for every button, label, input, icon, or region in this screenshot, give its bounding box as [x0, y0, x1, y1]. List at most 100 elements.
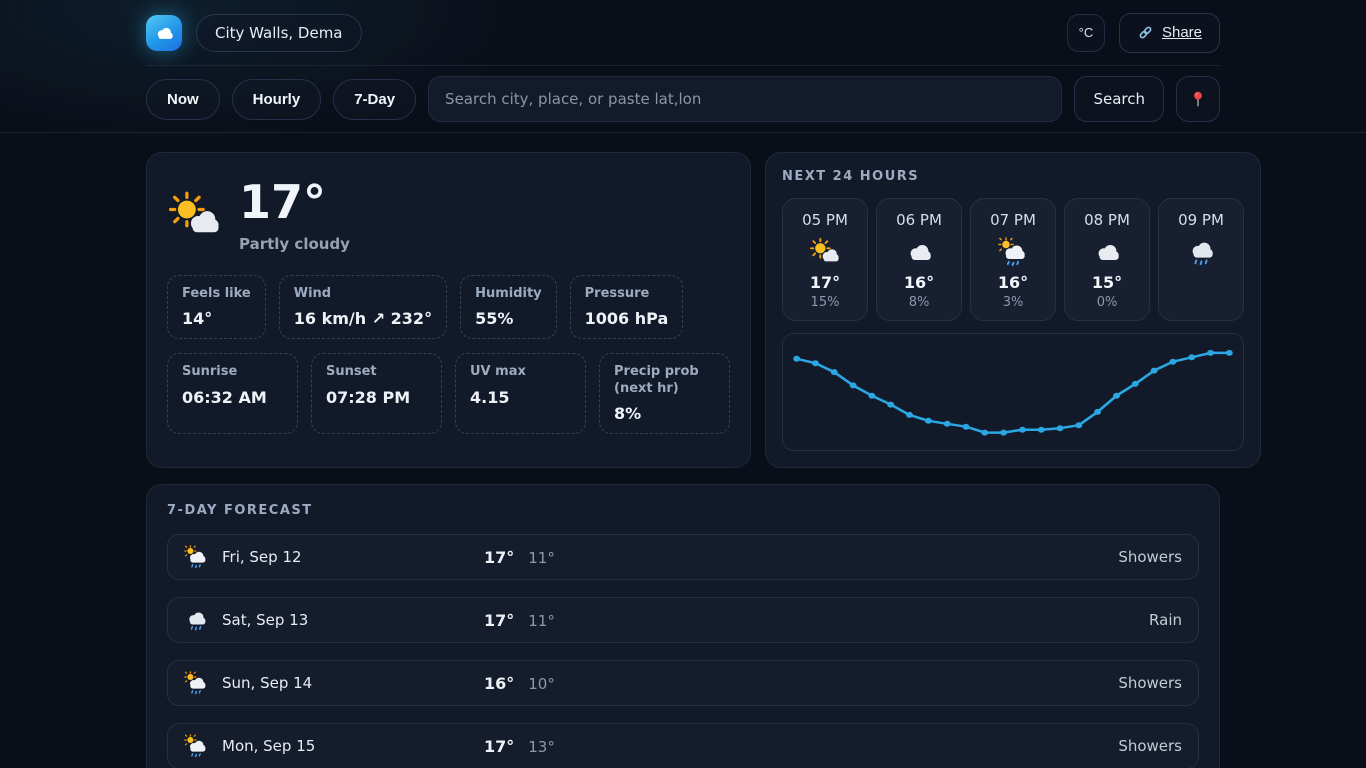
- hour-temp: 17°: [783, 273, 867, 292]
- next-24-hours-title: NEXT 24 HOURS: [782, 169, 1244, 184]
- top-bar: City Walls, Dema °C Share: [146, 0, 1220, 66]
- hour-time: 09 PM: [1159, 211, 1243, 229]
- hour-temp: 16°: [877, 273, 961, 292]
- stat-label: Sunrise: [182, 364, 283, 380]
- day-label: Sat, Sep 13: [222, 611, 472, 629]
- stat-value: 06:32 AM: [182, 388, 283, 407]
- forecast-row-sat[interactable]: Sat, Sep 13 17° 11° Rain: [167, 597, 1199, 643]
- share-button[interactable]: Share: [1119, 13, 1220, 53]
- hour-time: 05 PM: [783, 211, 867, 229]
- hour-weather-icon: [810, 237, 840, 267]
- current-temperature: 17°: [239, 179, 350, 225]
- main-content: 17° Partly cloudy Feels like 14° Wind 16…: [133, 152, 1233, 768]
- cloud-logo-icon: [153, 22, 175, 44]
- stat-value: 4.15: [470, 388, 571, 407]
- search-button[interactable]: Search: [1074, 76, 1164, 122]
- day-low-temp: 13°: [528, 738, 555, 756]
- stat-label: Precip prob (next hr): [614, 364, 715, 397]
- hour-precip: 15%: [783, 295, 867, 310]
- day-condition: Showers: [1118, 737, 1182, 755]
- stat-label: Sunset: [326, 364, 427, 380]
- hour-card: 06 PM 16° 8%: [876, 198, 962, 321]
- app-logo: [146, 15, 182, 51]
- share-label: Share: [1162, 24, 1202, 41]
- forecast-row-sun[interactable]: Sun, Sep 14 16° 10° Showers: [167, 660, 1199, 706]
- forecast-row-fri[interactable]: Fri, Sep 12 17° 11° Showers: [167, 534, 1199, 580]
- stat-tile-sunrise: Sunrise 06:32 AM: [167, 353, 298, 434]
- current-conditions-card: 17° Partly cloudy Feels like 14° Wind 16…: [146, 152, 751, 468]
- day-weather-icon: [184, 734, 208, 758]
- day-weather-icon: [184, 608, 208, 632]
- hour-weather-icon: [1186, 237, 1216, 267]
- next-24-hours-panel: NEXT 24 HOURS 05 PM 17° 15% 06 PM 16° 8%…: [765, 152, 1261, 468]
- stat-value: 16 km/h ↗ 232°: [294, 309, 432, 328]
- day-weather-icon: [184, 671, 208, 695]
- hour-precip: 3%: [971, 295, 1055, 310]
- hour-time: 07 PM: [971, 211, 1055, 229]
- stat-tile-feels-like: Feels like 14°: [167, 275, 266, 339]
- hour-time: 06 PM: [877, 211, 961, 229]
- day-label: Sun, Sep 14: [222, 674, 472, 692]
- day-temps: 16° 10°: [484, 674, 555, 693]
- stat-label: Humidity: [475, 286, 542, 302]
- day-high-temp: 17°: [484, 548, 514, 567]
- stat-value: 1006 hPa: [585, 309, 669, 328]
- tab-hourly[interactable]: Hourly: [232, 79, 322, 120]
- hour-weather-icon: [904, 237, 934, 267]
- day-label: Fri, Sep 12: [222, 548, 472, 566]
- round-pushpin-icon: [1189, 90, 1207, 108]
- hourly-scroll-row[interactable]: 05 PM 17° 15% 06 PM 16° 8% 07 PM 16° 3%: [782, 198, 1244, 321]
- stat-label: Wind: [294, 286, 432, 302]
- day-high-temp: 17°: [484, 611, 514, 630]
- stat-value: 07:28 PM: [326, 388, 427, 407]
- stat-label: Feels like: [182, 286, 251, 302]
- current-weather-icon: [169, 190, 221, 242]
- day-low-temp: 10°: [528, 675, 555, 693]
- stat-tile-uv-max: UV max 4.15: [455, 353, 586, 434]
- hour-card: 05 PM 17° 15%: [782, 198, 868, 321]
- day-low-temp: 11°: [528, 612, 555, 630]
- stat-value: 14°: [182, 309, 251, 328]
- stat-tile-humidity: Humidity 55%: [460, 275, 557, 339]
- search-input[interactable]: [428, 76, 1062, 122]
- day-condition: Rain: [1149, 611, 1182, 629]
- day-condition: Showers: [1118, 548, 1182, 566]
- day-label: Mon, Sep 15: [222, 737, 472, 755]
- unit-toggle-button[interactable]: °C: [1067, 14, 1105, 52]
- current-hero: 17° Partly cloudy: [169, 179, 730, 253]
- forecast-row-mon[interactable]: Mon, Sep 15 17° 13° Showers: [167, 723, 1199, 768]
- hour-temp: 16°: [971, 273, 1055, 292]
- day-weather-icon: [184, 545, 208, 569]
- current-stats-row-1: Feels like 14° Wind 16 km/h ↗ 232° Humid…: [167, 275, 730, 339]
- stat-tile-precip-prob: Precip prob (next hr) 8%: [599, 353, 730, 434]
- day-temps: 17° 13°: [484, 737, 555, 756]
- day-condition: Showers: [1118, 674, 1182, 692]
- stat-label: UV max: [470, 364, 571, 380]
- location-chip[interactable]: City Walls, Dema: [196, 14, 362, 52]
- day-temps: 17° 11°: [484, 548, 555, 567]
- seven-day-forecast-title: 7-DAY FORECAST: [167, 503, 1199, 518]
- hour-card: 08 PM 15° 0%: [1064, 198, 1150, 321]
- day-low-temp: 11°: [528, 549, 555, 567]
- day-high-temp: 17°: [484, 737, 514, 756]
- locate-me-button[interactable]: [1176, 76, 1220, 122]
- nav-bar: Now Hourly 7-Day Search: [146, 66, 1220, 132]
- current-stats-row-2: Sunrise 06:32 AM Sunset 07:28 PM UV max …: [167, 353, 730, 434]
- tab-7day[interactable]: 7-Day: [333, 79, 416, 120]
- hour-card-partial: 09 PM: [1158, 198, 1244, 321]
- stat-tile-wind: Wind 16 km/h ↗ 232°: [279, 275, 447, 339]
- tab-now[interactable]: Now: [146, 79, 220, 120]
- stat-tile-sunset: Sunset 07:28 PM: [311, 353, 442, 434]
- hour-card: 07 PM 16° 3%: [970, 198, 1056, 321]
- hour-temp: 15°: [1065, 273, 1149, 292]
- day-high-temp: 16°: [484, 674, 514, 693]
- hour-weather-icon: [998, 237, 1028, 267]
- hour-time: 08 PM: [1065, 211, 1149, 229]
- location-label: City Walls, Dema: [215, 24, 343, 42]
- current-condition: Partly cloudy: [239, 235, 350, 253]
- temperature-chart: [782, 333, 1244, 451]
- app-header: City Walls, Dema °C Share Now Hourly 7-D…: [0, 0, 1366, 133]
- hour-precip: 0%: [1065, 295, 1149, 310]
- seven-day-forecast-card: 7-DAY FORECAST Fri, Sep 12 17° 11° Showe…: [146, 484, 1220, 768]
- hour-weather-icon: [1092, 237, 1122, 267]
